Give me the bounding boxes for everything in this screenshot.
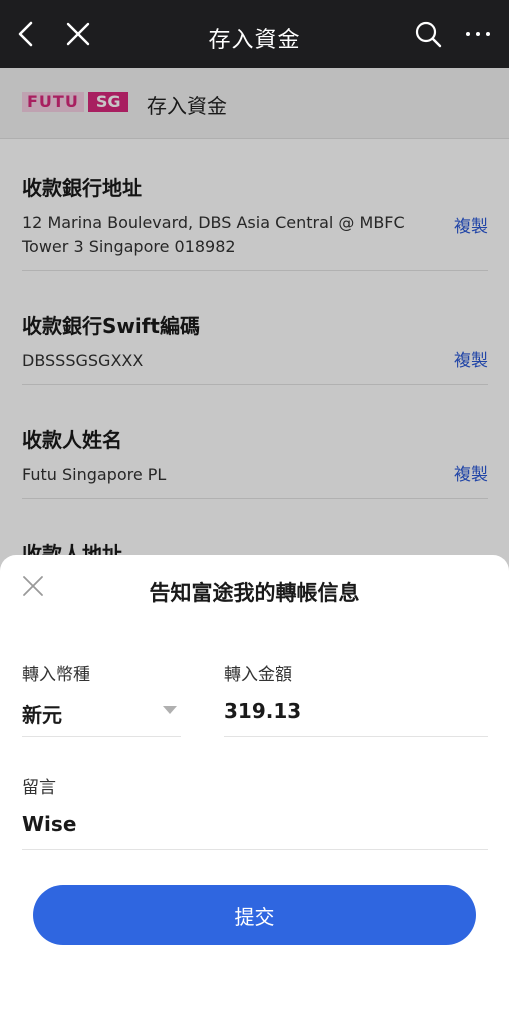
more-horizontal-icon[interactable] [462, 18, 494, 50]
dropdown-arrow-icon [163, 706, 177, 714]
amount-value-wrapper [224, 699, 488, 729]
submit-button[interactable]: 提交 [33, 885, 476, 945]
sheet-title: 告知富途我的轉帳信息 [149, 581, 360, 605]
message-value-wrapper [22, 812, 488, 842]
top-nav-bar: 存入資金 [0, 0, 509, 68]
message-field: 留言 [22, 773, 488, 850]
amount-field: 轉入金額 [224, 660, 488, 737]
message-input[interactable] [22, 812, 488, 836]
message-label: 留言 [22, 778, 56, 798]
currency-select[interactable]: 轉入幣種 新元 [22, 660, 181, 737]
currency-label: 轉入幣種 [22, 665, 90, 685]
currency-value: 新元 [22, 703, 62, 727]
amount-input[interactable] [224, 699, 488, 723]
search-icon[interactable] [412, 18, 444, 50]
amount-label: 轉入金額 [224, 665, 292, 685]
